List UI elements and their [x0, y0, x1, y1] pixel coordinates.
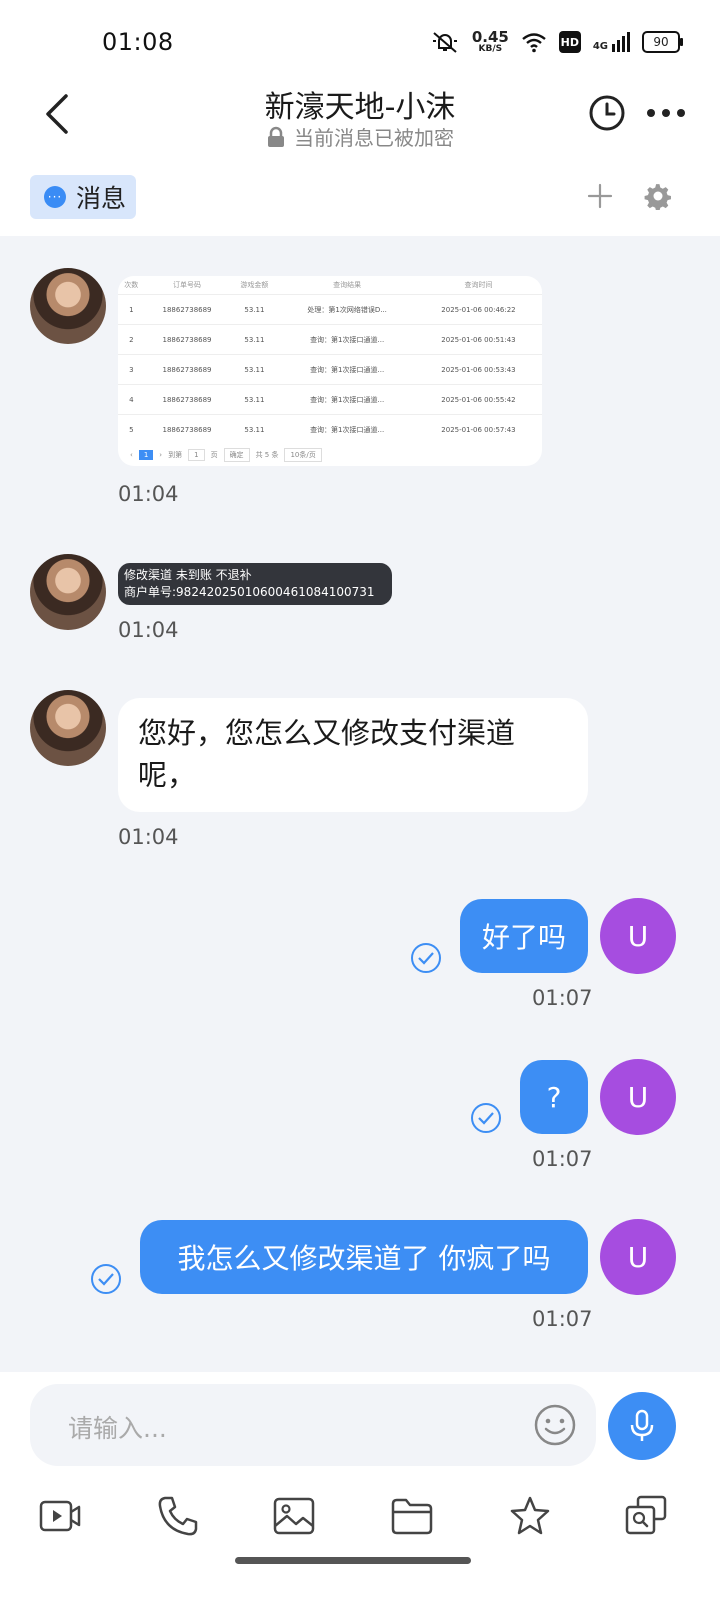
message-bubble[interactable]: 我怎么又修改渠道了 你疯了吗	[140, 1220, 588, 1294]
contact-avatar[interactable]	[30, 268, 106, 344]
table-row: 2 18862738689 53.11 查询：第1次接口通道... 2025-0…	[118, 324, 542, 355]
cell: 18862738689	[144, 294, 230, 325]
chat-bubble-icon: ···	[44, 186, 66, 208]
cell: 5	[118, 414, 145, 444]
table-row: 1 18862738689 53.11 处理：第1次网络错误D... 2025-…	[118, 294, 542, 325]
cell: 3	[118, 354, 145, 385]
cell: 53.11	[229, 414, 280, 444]
cell: 2025-01-06 00:57:43	[414, 414, 542, 444]
read-check-icon	[411, 943, 441, 973]
video-icon[interactable]	[38, 1494, 82, 1538]
message-time: 01:07	[532, 1307, 593, 1331]
read-check-icon	[91, 1264, 121, 1294]
cell: 53.11	[229, 354, 280, 385]
phone-icon[interactable]	[156, 1494, 200, 1538]
gear-icon[interactable]	[644, 182, 672, 210]
table-row: 3 18862738689 53.11 查询：第1次接口通道... 2025-0…	[118, 354, 542, 385]
battery-icon: 90	[642, 31, 683, 53]
encryption-text: 当前消息已被加密	[294, 126, 454, 150]
cell: 18862738689	[144, 324, 230, 355]
cell: 查询：第1次接口通道...	[279, 354, 415, 385]
notice-line-1: 修改渠道 未到账 不退补	[124, 568, 252, 582]
cell: 2025-01-06 00:55:42	[414, 384, 542, 415]
pager-prev: ‹	[130, 451, 133, 459]
cell: 2025-01-06 00:53:43	[414, 354, 542, 385]
message-time: 01:04	[118, 482, 179, 506]
star-icon[interactable]	[508, 1494, 552, 1538]
user-avatar[interactable]: U	[600, 898, 676, 974]
cell: 18862738689	[144, 384, 230, 415]
add-icon[interactable]	[586, 182, 614, 210]
network-type: 4G	[592, 41, 608, 52]
table-header: 查询结果	[333, 281, 362, 289]
cell: 18862738689	[144, 414, 230, 444]
table-header: 游戏金额	[240, 281, 269, 289]
screenshot-table: 次数 订单号码 游戏金额 查询结果 查询时间 1 18862738689 53.…	[118, 276, 542, 444]
image-message-table[interactable]: 次数 订单号码 游戏金额 查询结果 查询时间 1 18862738689 53.…	[118, 276, 542, 466]
mute-bell-icon	[432, 32, 457, 53]
voice-button[interactable]	[608, 1392, 676, 1460]
pager-next: ›	[159, 451, 163, 459]
pager-goto: 到第	[168, 451, 183, 459]
message-bubble[interactable]: 您好，您怎么又修改支付渠道呢，	[118, 698, 588, 812]
network-speed: 0.45 KB/S	[472, 30, 509, 54]
cell: 4	[118, 384, 145, 415]
status-time: 01:08	[102, 28, 174, 56]
message-input-placeholder: 请输入...	[68, 1414, 167, 1443]
lock-icon	[268, 126, 284, 147]
cell: 2025-01-06 00:51:43	[414, 324, 542, 355]
table-header: 查询时间	[464, 281, 493, 289]
status-icons: 0.45 KB/S HD 4G 90	[430, 30, 683, 54]
contact-avatar[interactable]	[30, 690, 106, 766]
cell: 2025-01-06 00:46:22	[414, 294, 542, 325]
cell: 查询：第1次接口通道...	[279, 384, 415, 415]
read-check-icon	[471, 1103, 501, 1133]
pager-input: 1	[188, 449, 205, 461]
table-header: 订单号码	[173, 281, 202, 289]
image-message-notice[interactable]: 修改渠道 未到账 不退补 商户单号:9824202501060046108410…	[118, 563, 392, 605]
pager-unit: 页	[210, 451, 218, 459]
message-time: 01:07	[532, 986, 593, 1010]
speed-value: 0.45	[471, 28, 509, 46]
signal-icon: 4G	[593, 32, 630, 52]
cell: 查询：第1次接口通道...	[279, 414, 415, 444]
tab-messages-label: 消息	[76, 184, 127, 213]
home-indicator[interactable]	[235, 1557, 471, 1564]
search-chat-icon[interactable]	[624, 1494, 668, 1538]
wifi-icon	[522, 33, 546, 53]
emoji-icon[interactable]	[532, 1402, 578, 1448]
pager-confirm: 确定	[223, 448, 250, 462]
cell: 查询：第1次接口通道...	[279, 324, 415, 355]
tab-messages[interactable]: ··· 消息	[30, 175, 137, 219]
message-bubble[interactable]: 好了吗	[460, 899, 588, 973]
pager-total: 共 5 条	[255, 451, 279, 459]
user-avatar[interactable]: U	[600, 1059, 676, 1135]
user-avatar[interactable]: U	[600, 1219, 676, 1295]
table-pager: ‹ 1 › 到第 1 页 确定 共 5 条 10条/页	[118, 444, 542, 466]
cell: 18862738689	[144, 354, 230, 385]
cell: 53.11	[229, 324, 280, 355]
speed-unit: KB/S	[478, 44, 503, 54]
message-time: 01:07	[532, 1147, 593, 1171]
table-row: 5 18862738689 53.11 查询：第1次接口通道... 2025-0…	[118, 414, 542, 444]
cell: 1	[118, 294, 145, 325]
cell: 2	[118, 324, 145, 355]
table-row: 4 18862738689 53.11 查询：第1次接口通道... 2025-0…	[118, 384, 542, 415]
folder-icon[interactable]	[390, 1494, 434, 1538]
pager-per-page: 10条/页	[284, 448, 322, 462]
cell: 53.11	[229, 294, 280, 325]
microphone-icon	[630, 1409, 654, 1441]
message-bubble[interactable]: ?	[520, 1060, 588, 1134]
hd-badge: HD	[558, 31, 581, 53]
message-time: 01:04	[118, 825, 179, 849]
cell: 53.11	[229, 384, 280, 415]
notice-line-2: 商户单号:98242025010600461084100731	[124, 585, 375, 599]
history-clock-icon[interactable]	[588, 94, 626, 132]
message-time: 01:04	[118, 618, 179, 642]
pager-current: 1	[138, 450, 154, 460]
image-icon[interactable]	[272, 1494, 316, 1538]
more-options-icon[interactable]	[646, 100, 686, 126]
cell: 处理：第1次网络错误D...	[279, 294, 415, 325]
contact-avatar[interactable]	[30, 554, 106, 630]
